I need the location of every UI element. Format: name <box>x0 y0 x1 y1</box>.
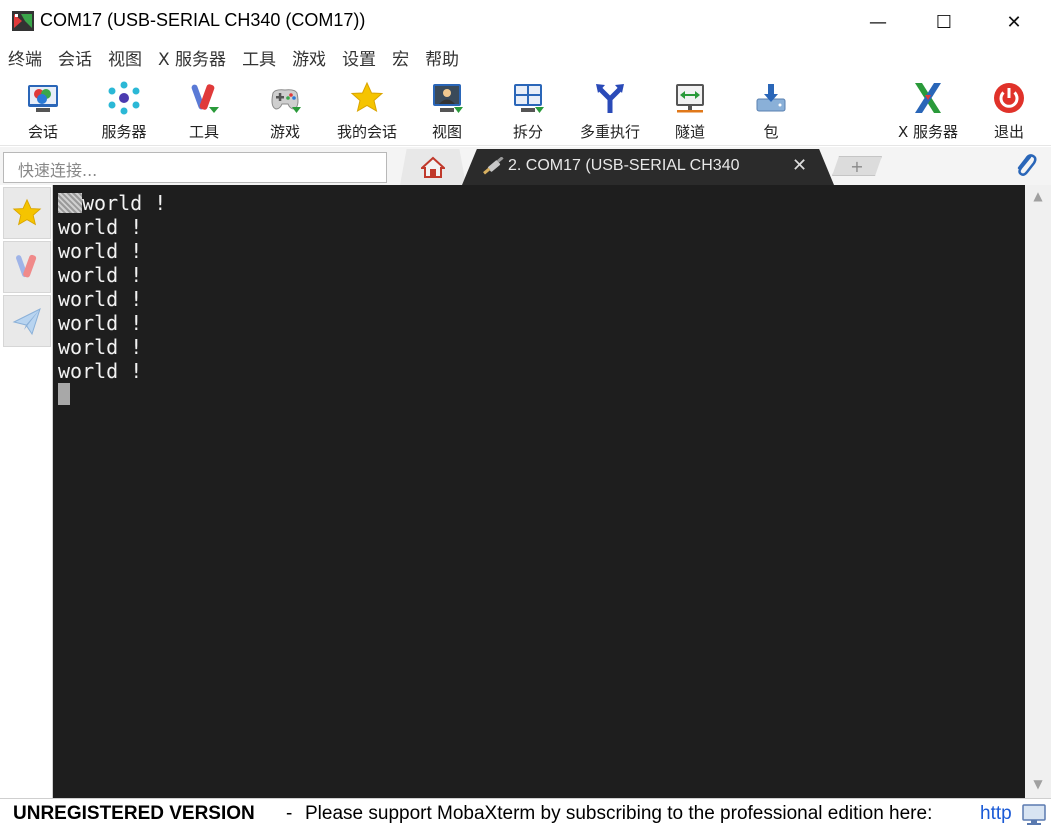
games-label: 游戏 <box>269 123 300 141</box>
monitor-icon[interactable] <box>1022 804 1046 826</box>
tab-bar: 快速连接... 2. COM17 (USB-SERIAL CH340 (COM1… <box>0 147 1051 185</box>
tab-session-com17[interactable]: 2. COM17 (USB-SERIAL CH340 (COM17)) ✕ <box>462 149 834 185</box>
servers-icon <box>106 80 142 115</box>
view-label: 视图 <box>431 123 462 141</box>
session-tab-label: 2. COM17 (USB-SERIAL CH340 (COM17)) <box>508 157 744 174</box>
sidebar-sessions-button[interactable] <box>3 187 51 239</box>
garbled-char <box>58 193 82 213</box>
session-button[interactable]: 会话 <box>3 76 83 142</box>
servers-label: 服务器 <box>101 123 147 141</box>
terminal-line: world ! <box>82 191 167 215</box>
menu-terminal[interactable]: 终端 <box>0 46 50 74</box>
terminal-output: world ! world ! world ! world ! world ! … <box>58 191 166 383</box>
tools-icon <box>16 254 37 278</box>
packages-icon <box>753 80 789 115</box>
servers-button[interactable]: 服务器 <box>84 76 164 142</box>
menu-settings[interactable]: 设置 <box>334 46 384 74</box>
split-label: 拆分 <box>512 123 543 141</box>
home-icon <box>421 156 445 178</box>
pro-edition-link[interactable]: http <box>980 803 1012 825</box>
multiexec-label: 多重执行 <box>579 123 640 141</box>
packages-label: 包 <box>763 123 779 141</box>
sidebar-send-button[interactable] <box>3 295 51 347</box>
tunnel-icon <box>672 80 708 115</box>
scroll-up-icon[interactable]: ▲ <box>1025 189 1051 207</box>
close-tab-icon[interactable]: ✕ <box>792 155 807 176</box>
status-bar: UNREGISTERED VERSION - Please support Mo… <box>0 798 1051 829</box>
maximize-button[interactable]: ☐ <box>909 0 979 44</box>
terminal-scrollbar[interactable]: ▲ ▼ <box>1025 185 1051 798</box>
minimize-button[interactable]: — <box>843 0 913 44</box>
terminal-line: world ! <box>58 239 143 263</box>
exit-button[interactable]: 退出 <box>969 76 1049 142</box>
new-tab-button[interactable]: + <box>832 156 882 176</box>
paperclip-icon[interactable] <box>1012 151 1038 179</box>
packages-button[interactable]: 包 <box>731 76 811 142</box>
xserver-label: X 服务器 <box>897 123 959 141</box>
star-icon <box>12 198 42 226</box>
my-sessions-label: 我的会话 <box>336 123 397 141</box>
quick-connect-input[interactable]: 快速连接... <box>3 152 387 183</box>
left-sidebar <box>0 185 53 798</box>
my-sessions-button[interactable]: 我的会话 <box>327 76 407 142</box>
terminal-area[interactable]: world ! world ! world ! world ! world ! … <box>53 185 1025 798</box>
tools-button[interactable]: 工具 <box>164 76 244 142</box>
multiexec-button[interactable]: 多重执行 <box>570 76 650 142</box>
games-button[interactable]: 游戏 <box>245 76 325 142</box>
menu-sessions[interactable]: 会话 <box>50 46 100 74</box>
home-tab[interactable] <box>400 149 466 185</box>
tunnel-label: 隧道 <box>674 123 705 141</box>
xserver-icon <box>910 80 946 115</box>
gamepad-icon <box>267 80 303 115</box>
view-icon <box>429 80 465 115</box>
scroll-down-icon[interactable]: ▼ <box>1025 777 1051 795</box>
menu-games[interactable]: 游戏 <box>284 46 334 74</box>
terminal-cursor <box>58 383 70 405</box>
terminal-line: world ! <box>58 263 143 287</box>
session-label: 会话 <box>27 123 58 141</box>
session-icon <box>25 80 61 115</box>
status-separator: - <box>286 803 293 824</box>
star-icon <box>349 80 385 115</box>
terminal-line: world ! <box>58 311 143 335</box>
menu-view[interactable]: 视图 <box>100 46 150 74</box>
exit-label: 退出 <box>993 123 1024 141</box>
unregistered-label: UNREGISTERED VERSION <box>13 803 255 824</box>
menu-help[interactable]: 帮助 <box>417 46 467 74</box>
mobaxterm-app-icon <box>12 11 34 31</box>
tools-label: 工具 <box>188 123 219 141</box>
view-button[interactable]: 视图 <box>407 76 487 142</box>
window-title: COM17 (USB-SERIAL CH340 (COM17)) <box>40 10 366 30</box>
tools-icon <box>186 80 222 115</box>
menu-tools[interactable]: 工具 <box>234 46 284 74</box>
menu-macros[interactable]: 宏 <box>384 46 417 74</box>
sidebar-tools-button[interactable] <box>3 241 51 293</box>
xserver-button[interactable]: X 服务器 <box>888 76 968 142</box>
split-button[interactable]: 拆分 <box>488 76 568 142</box>
close-button[interactable]: ✕ <box>979 0 1049 44</box>
multiexec-icon <box>592 80 628 115</box>
tunnel-button[interactable]: 隧道 <box>650 76 730 142</box>
support-message: Please support MobaXterm by subscribing … <box>305 803 933 824</box>
paper-plane-icon <box>12 308 41 336</box>
terminal-line: world ! <box>58 215 143 239</box>
terminal-line: world ! <box>58 359 143 383</box>
title-bar: COM17 (USB-SERIAL CH340 (COM17)) — ☐ ✕ <box>0 0 1051 44</box>
terminal-line: world ! <box>58 335 143 359</box>
split-icon <box>510 80 546 115</box>
menu-xserver[interactable]: X 服务器 <box>150 46 234 74</box>
power-icon <box>991 80 1027 115</box>
menu-bar: 终端 会话 视图 X 服务器 工具 游戏 设置 宏 帮助 <box>0 46 1051 74</box>
terminal-line: world ! <box>58 287 143 311</box>
serial-plug-icon <box>483 157 504 175</box>
main-toolbar: 会话 服务器 工具 游戏 我的会话 视图 拆分 多重执行 隧道 包 X 服务器 … <box>0 74 1051 146</box>
